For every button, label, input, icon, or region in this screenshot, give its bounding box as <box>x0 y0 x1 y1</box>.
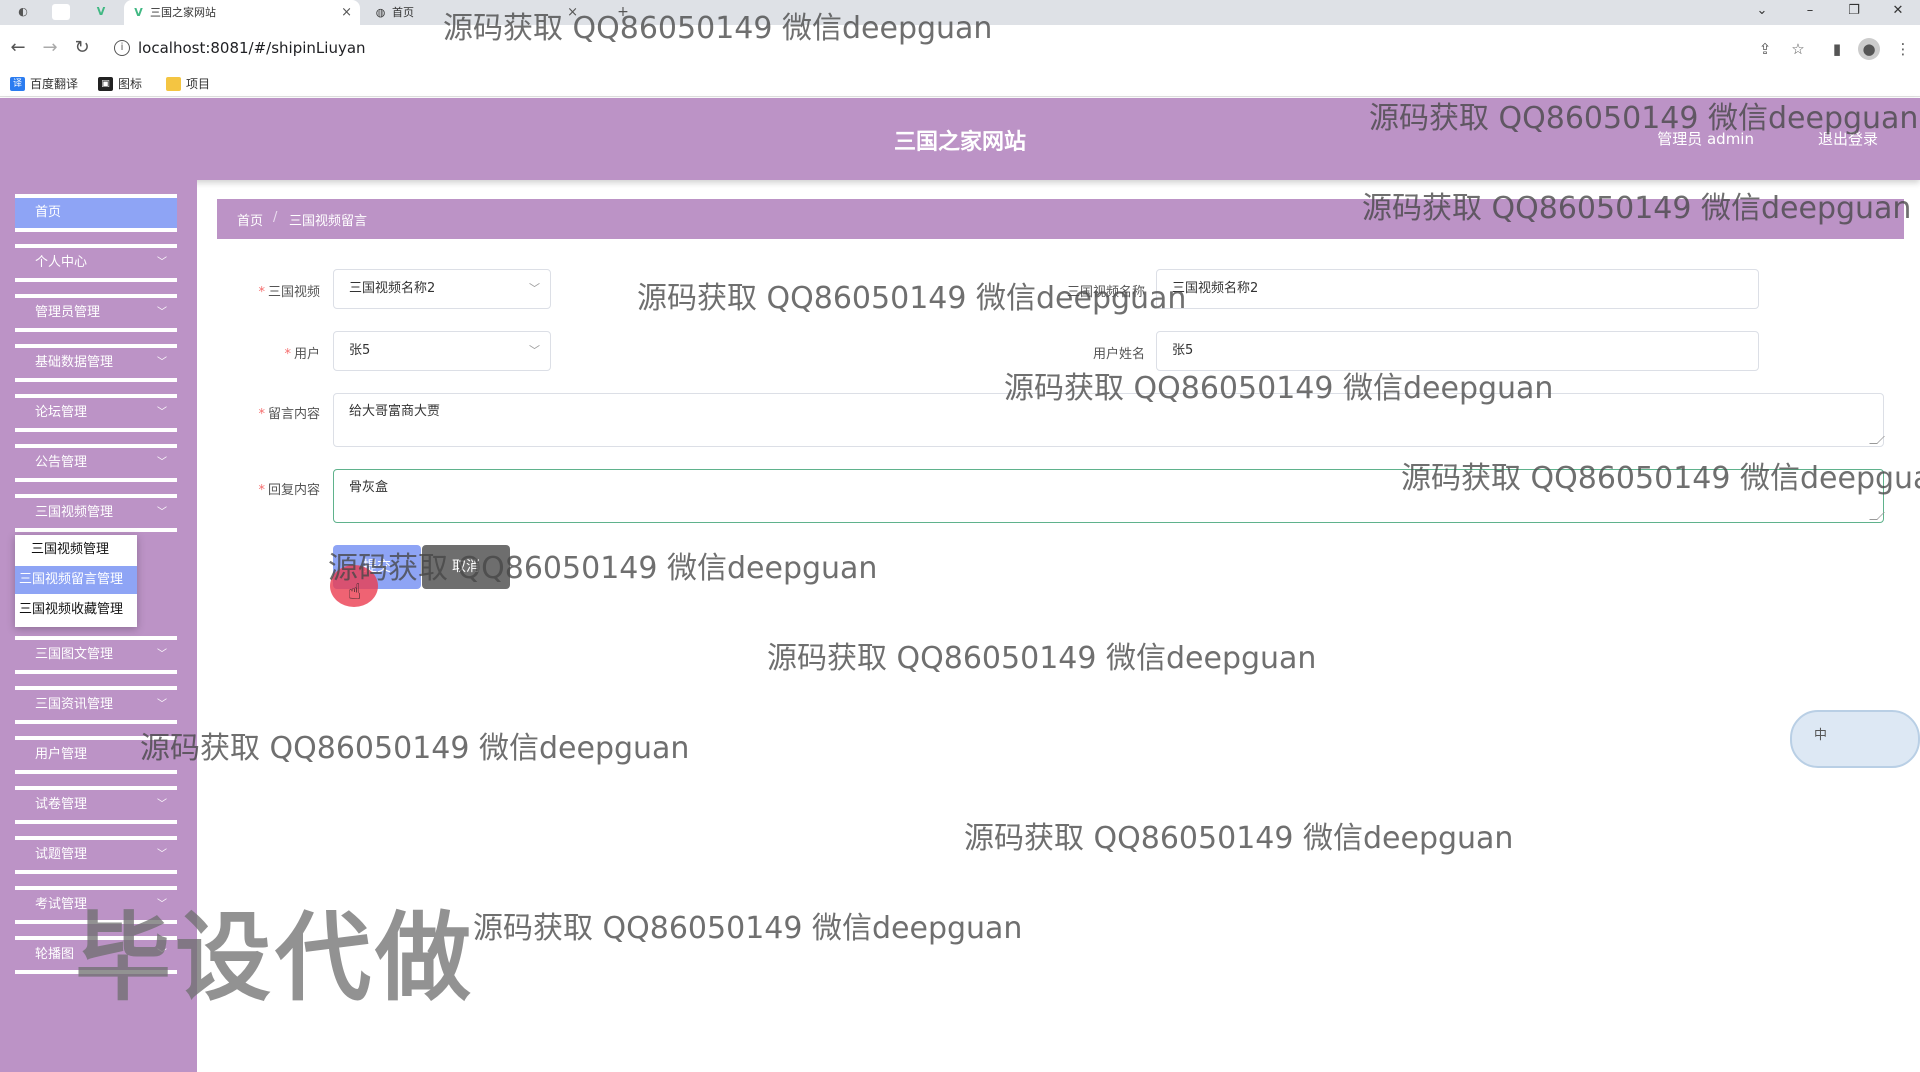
chevron-down-icon: ﹀ <box>157 257 167 268</box>
minimize-icon[interactable]: – <box>1788 0 1832 25</box>
watermark: 源码获取 QQ86050149 微信deepguan <box>1401 461 1920 496</box>
sidebar-item-label: 三国图文管理 <box>35 647 114 662</box>
bookmark-label: 图标 <box>118 77 143 91</box>
watermark: 源码获取 QQ86050149 微信deepguan <box>473 911 1023 946</box>
message-label: * 留言内容 <box>258 407 320 422</box>
watermark: 源码获取 QQ86050149 微信deepguan <box>328 551 878 586</box>
video-label: * 三国视频 <box>258 285 320 300</box>
url-text: localhost:8081/#/shipinLiuyan <box>138 39 366 57</box>
user-name-label: 用户姓名 <box>1092 347 1145 362</box>
chevron-down-icon: ﹀ <box>529 344 540 357</box>
sidebar-item-label: 论坛管理 <box>35 405 88 420</box>
vue-pinned-tab-icon[interactable]: V <box>92 4 110 20</box>
submenu-item-video-comments[interactable]: 三国视频留言管理 <box>15 566 137 594</box>
sidebar-item-label: 轮播图 <box>35 947 75 962</box>
chevron-down-icon: ﹀ <box>157 507 167 518</box>
submenu-item-video[interactable]: 三国视频管理 <box>15 536 137 564</box>
chevron-down-icon: ﹀ <box>157 457 167 468</box>
video-select[interactable]: 三国视频名称2 ﹀ <box>333 269 551 309</box>
tab-search-icon[interactable]: ⌄ <box>1740 0 1784 25</box>
user-label: * 用户 <box>284 347 320 362</box>
site-info-icon[interactable]: i <box>114 40 130 56</box>
sidebar-item-label: 试题管理 <box>35 847 88 862</box>
sidebar-item-label: 试卷管理 <box>35 797 88 812</box>
bookmark-label: 百度翻译 <box>30 77 79 91</box>
sidebar-item-admin[interactable]: 管理员管理 ﹀ <box>15 294 177 332</box>
breadcrumb-current: 三国视频留言 <box>289 214 368 229</box>
watermark: 源码获取 QQ86050149 微信deepguan <box>443 11 993 46</box>
vue-favicon-icon: V <box>134 6 143 19</box>
watermark: 源码获取 QQ86050149 微信deepguan <box>1004 371 1554 406</box>
bookmark-baidu-translate[interactable]: 译 百度翻译 <box>10 75 78 93</box>
folder-icon <box>166 77 181 91</box>
watermark: 源码获取 QQ86050149 微信deepguan <box>637 281 1187 316</box>
chevron-down-icon: ﹀ <box>529 282 540 295</box>
sidebar-item-news[interactable]: 三国资讯管理 ﹀ <box>15 686 177 724</box>
tab-label: 首页 <box>392 6 414 19</box>
share-icon[interactable]: ⇪ <box>1754 38 1776 60</box>
chevron-down-icon: ﹀ <box>157 649 167 660</box>
user-select[interactable]: 张5 ﹀ <box>333 331 551 371</box>
tab-sanguo-site[interactable]: V 三国之家网站 × <box>124 0 360 25</box>
chevron-down-icon: ﹀ <box>157 849 167 860</box>
globe-icon: ◍ <box>375 6 386 19</box>
watermark: 源码获取 QQ86050149 微信deepguan <box>1369 101 1919 136</box>
chevron-down-icon: ﹀ <box>157 407 167 418</box>
image-icon: ▣ <box>98 77 113 91</box>
ime-widget[interactable]: 中 <box>1790 710 1920 768</box>
pinned-tab-blank[interactable] <box>52 4 70 20</box>
restore-icon[interactable]: ❐ <box>1832 0 1876 25</box>
sidebar-item-base-data[interactable]: 基础数据管理 ﹀ <box>15 344 177 382</box>
ime-mode-label: 中 <box>1814 728 1828 743</box>
forward-icon[interactable]: → <box>36 34 64 62</box>
sidebar-item-label: 首页 <box>35 205 62 220</box>
bookmark-label: 项目 <box>186 77 211 91</box>
sidebar-item-article[interactable]: 三国图文管理 ﹀ <box>15 636 177 674</box>
sidebar-item-forum[interactable]: 论坛管理 ﹀ <box>15 394 177 432</box>
resize-handle-icon[interactable] <box>1869 512 1885 520</box>
sidebar-item-papers[interactable]: 试卷管理 ﹀ <box>15 786 177 824</box>
back-icon[interactable]: ← <box>4 34 32 62</box>
watermark: 源码获取 QQ86050149 微信deepguan <box>140 731 690 766</box>
browser-profile-icon[interactable]: ◐ <box>14 4 32 20</box>
submenu-item-video-favorites[interactable]: 三国视频收藏管理 <box>15 596 137 624</box>
sidebar-item-questions[interactable]: 试题管理 ﹀ <box>15 836 177 874</box>
chevron-down-icon: ﹀ <box>157 307 167 318</box>
watermark: 源码获取 QQ86050149 微信deepguan <box>1362 191 1912 226</box>
sidebar-item-label: 三国视频管理 <box>35 505 114 520</box>
bookmark-project-folder[interactable]: 项目 <box>166 75 210 93</box>
chevron-down-icon: ﹀ <box>157 799 167 810</box>
close-window-icon[interactable]: ✕ <box>1876 0 1920 25</box>
sidebar-item-video[interactable]: 三国视频管理 ﹀ <box>15 494 177 532</box>
sidebar-item-personal-center[interactable]: 个人中心 ﹀ <box>15 244 177 282</box>
video-name-input[interactable]: 三国视频名称2 <box>1156 269 1759 309</box>
menu-dots-icon[interactable]: ⋮ <box>1892 38 1914 60</box>
sidebar-item-label: 公告管理 <box>35 455 88 470</box>
bookmark-icons[interactable]: ▣ 图标 <box>98 75 142 93</box>
watermark: 源码获取 QQ86050149 微信deepguan <box>767 641 1317 676</box>
close-tab-icon[interactable]: × <box>341 0 352 25</box>
breadcrumb-separator: / <box>273 210 278 225</box>
watermark-large: 毕设代做 <box>75 902 475 1014</box>
sidebar-item-label: 三国资讯管理 <box>35 697 114 712</box>
breadcrumb-home[interactable]: 首页 <box>237 210 263 229</box>
sidebar-item-label: 用户管理 <box>35 747 88 762</box>
side-panel-icon[interactable]: ▮ <box>1826 38 1848 60</box>
translate-icon: 译 <box>10 77 25 91</box>
tab-label: 三国之家网站 <box>150 6 216 19</box>
sidebar-item-label: 个人中心 <box>35 255 88 270</box>
reply-label: * 回复内容 <box>258 483 320 498</box>
sidebar-item-label: 管理员管理 <box>35 305 101 320</box>
reload-icon[interactable]: ↻ <box>68 34 96 62</box>
watermark: 源码获取 QQ86050149 微信deepguan <box>964 821 1514 856</box>
bookmark-star-icon[interactable]: ☆ <box>1787 38 1809 60</box>
chevron-down-icon: ﹀ <box>157 357 167 368</box>
resize-handle-icon[interactable] <box>1869 436 1885 444</box>
profile-avatar-icon[interactable]: ● <box>1858 38 1880 60</box>
sidebar-item-home[interactable]: 首页 <box>15 194 177 232</box>
chevron-down-icon: ﹀ <box>157 699 167 710</box>
sidebar-item-notice[interactable]: 公告管理 ﹀ <box>15 444 177 482</box>
video-submenu: 三国视频管理 三国视频留言管理 三国视频收藏管理 <box>15 535 137 627</box>
sidebar-item-label: 基础数据管理 <box>35 355 114 370</box>
